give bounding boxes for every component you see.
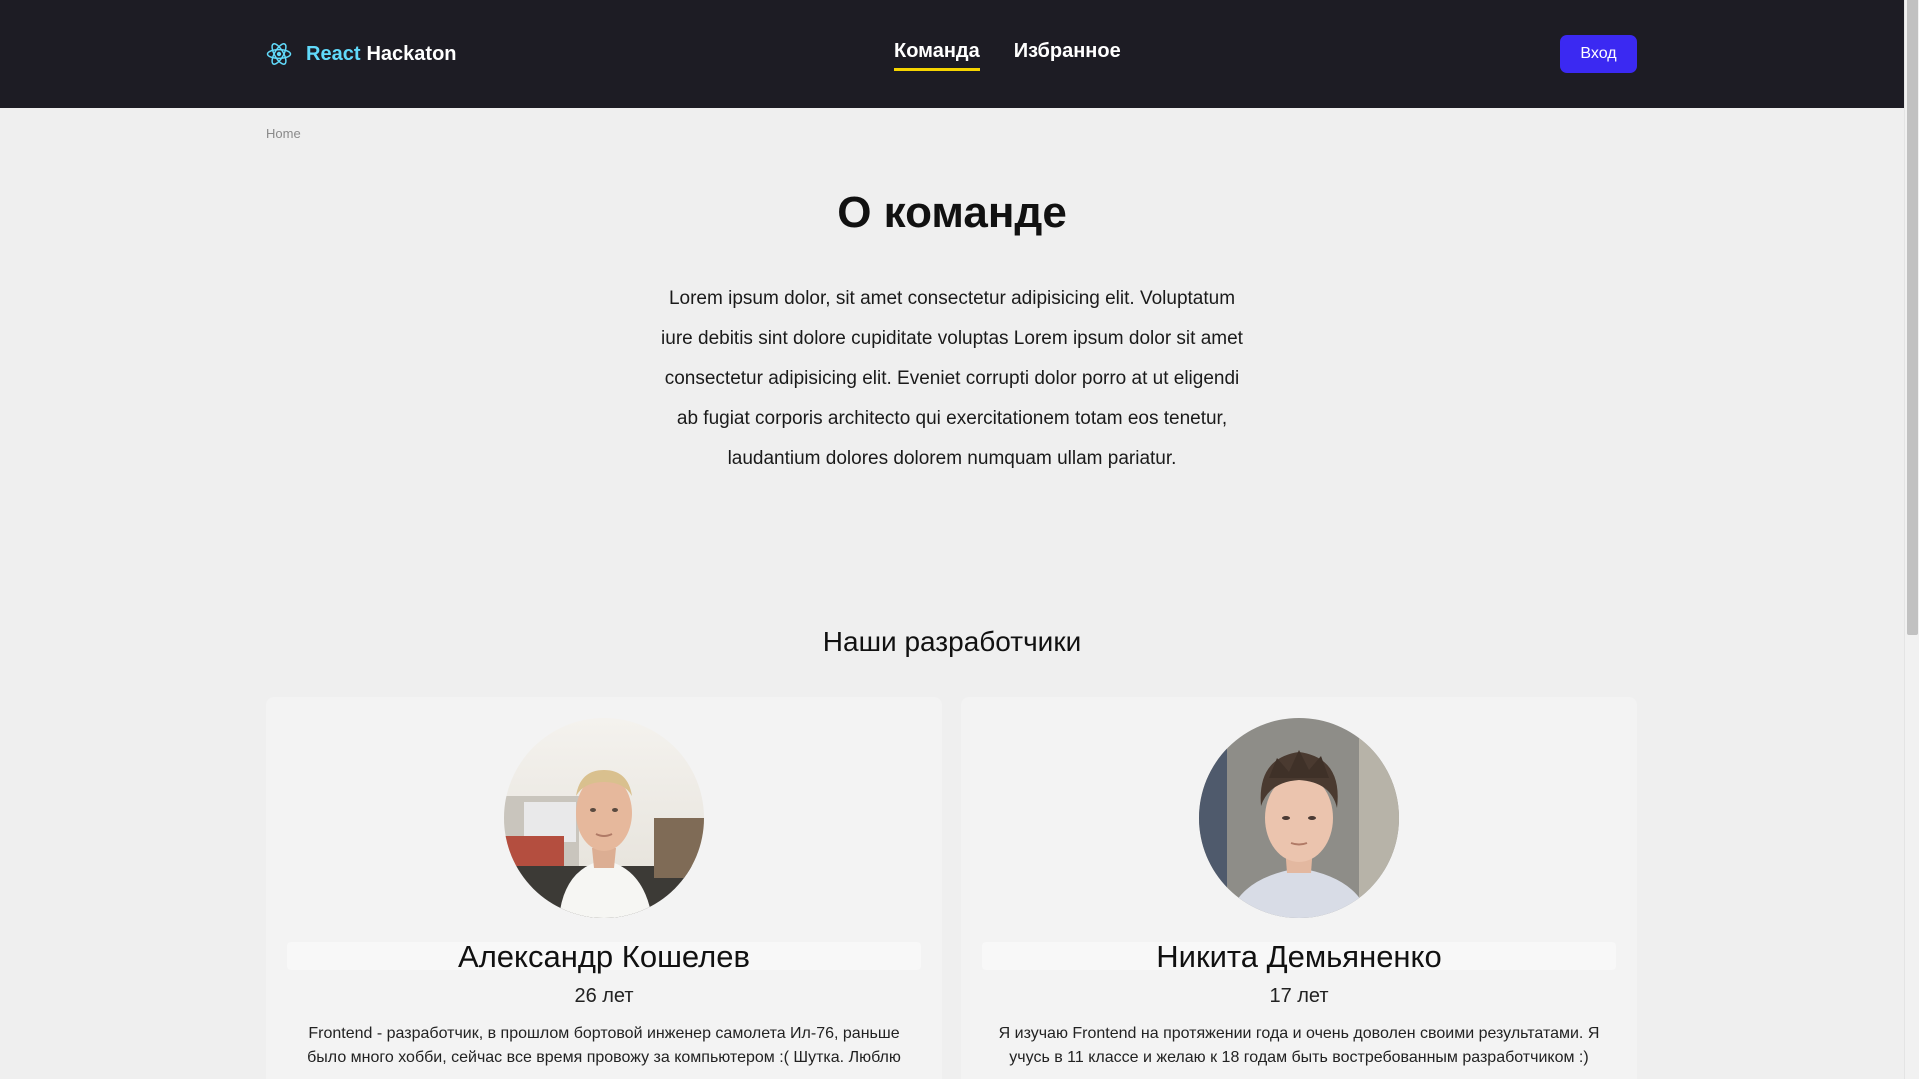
logo-name-text: Hackaton bbox=[366, 42, 457, 65]
developer-card: Никита Демьяненко 17 лет Я изучаю Fronte… bbox=[961, 697, 1637, 1079]
breadcrumb-home-link[interactable]: Home bbox=[266, 126, 301, 141]
site-logo[interactable]: React Hackaton bbox=[266, 40, 457, 68]
developer-card: Александр Кошелев 26 лет Frontend - разр… bbox=[266, 697, 942, 1079]
logo-react-text: React bbox=[306, 42, 361, 65]
developer-bio: Frontend - разработчик, в прошлом бортов… bbox=[307, 1025, 901, 1066]
react-atom-icon bbox=[266, 43, 292, 65]
site-header: React Hackaton Команда Избранное Вход bbox=[0, 0, 1904, 108]
vertical-scrollbar[interactable] bbox=[1904, 0, 1919, 1079]
intro-text: Lorem ipsum dolor, sit amet consectetur … bbox=[661, 288, 1243, 469]
developer-photo bbox=[504, 718, 704, 918]
developer-age: 26 лет bbox=[574, 985, 634, 1007]
breadcrumb: Home bbox=[266, 126, 301, 141]
page: React Hackaton Команда Избранное Вход Ho… bbox=[0, 0, 1919, 1079]
developer-avatar bbox=[504, 718, 704, 918]
developers-section-title: Наши разработчики bbox=[822, 626, 1082, 657]
developer-name: Александр Кошелев bbox=[458, 939, 750, 974]
scrollbar-thumb[interactable] bbox=[1907, 0, 1918, 635]
developer-avatar bbox=[1199, 718, 1399, 918]
developer-name: Никита Демьяненко bbox=[1156, 939, 1442, 974]
nav-link-team[interactable]: Команда bbox=[894, 40, 980, 71]
login-button[interactable]: Вход bbox=[1560, 35, 1637, 73]
main-nav: Команда Избранное bbox=[894, 40, 1121, 71]
page-title: О команде bbox=[837, 188, 1067, 237]
developer-age: 17 лет bbox=[1269, 985, 1329, 1007]
nav-link-favorites[interactable]: Избранное bbox=[1014, 40, 1121, 71]
developer-photo bbox=[1199, 718, 1399, 918]
developer-bio: Я изучаю Frontend на протяжении года и о… bbox=[998, 1025, 1600, 1066]
